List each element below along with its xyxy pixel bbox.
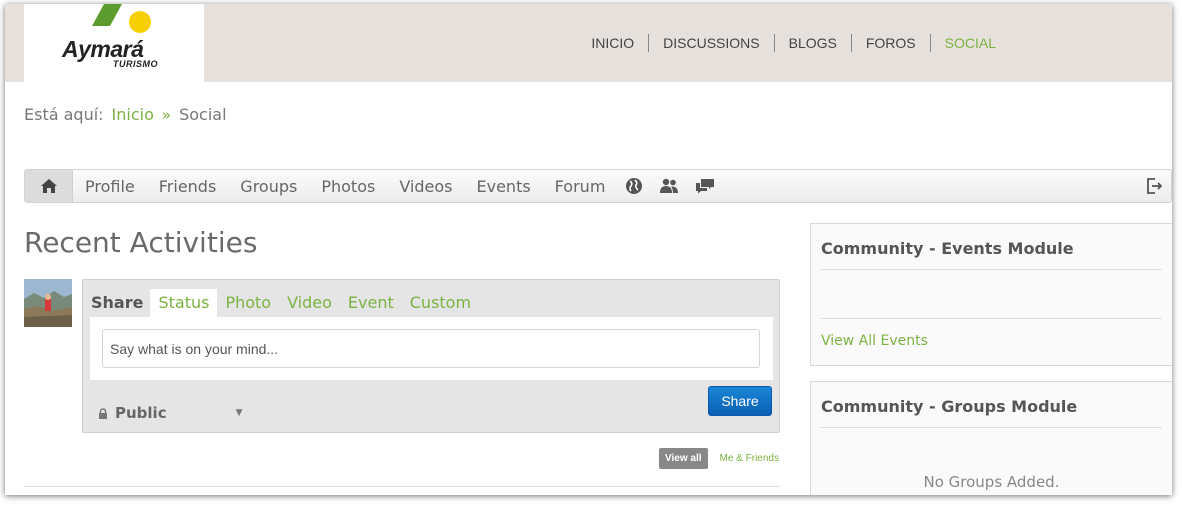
- share-input-area: [90, 317, 773, 380]
- events-module-title: Community - Events Module: [821, 239, 1074, 258]
- events-module: Community - Events Module View All Event…: [810, 223, 1172, 366]
- lock-icon: [99, 407, 107, 419]
- users-icon: [660, 178, 679, 193]
- page-title: Recent Activities: [24, 226, 258, 259]
- share-box: Share Status Photo Video Event Custom Pu…: [82, 279, 780, 433]
- toolbar-messages[interactable]: [687, 178, 723, 194]
- divider: [821, 269, 1162, 270]
- activity-filter: View all Me & Friends: [659, 448, 783, 469]
- share-tabs: Share Status Photo Video Event Custom: [83, 287, 479, 317]
- topnav-social[interactable]: SOCIAL: [931, 35, 1010, 51]
- share-label: Share: [91, 293, 144, 312]
- toolbar-notifications-global[interactable]: [617, 177, 651, 195]
- divider: [24, 486, 780, 487]
- toolbar-profile[interactable]: Profile: [73, 177, 147, 196]
- user-avatar[interactable]: [24, 279, 72, 327]
- site-header: Aymará TURISMO INICIO DISCUSSIONS BLOGS …: [5, 4, 1172, 82]
- toolbar-logout-button[interactable]: [1145, 177, 1163, 200]
- view-all-events-link[interactable]: View All Events: [821, 333, 928, 349]
- breadcrumb-current: Social: [179, 105, 227, 124]
- groups-empty-message: No Groups Added.: [923, 473, 1060, 491]
- page-frame: Aymará TURISMO INICIO DISCUSSIONS BLOGS …: [5, 4, 1172, 495]
- toolbar-photos[interactable]: Photos: [309, 177, 387, 196]
- topnav-foros[interactable]: FOROS: [852, 35, 930, 51]
- chevron-down-icon: ▼: [235, 408, 243, 418]
- topnav-blogs[interactable]: BLOGS: [775, 35, 851, 51]
- status-input[interactable]: [102, 329, 760, 368]
- chat-icon: [696, 179, 715, 194]
- toolbar-forum[interactable]: Forum: [543, 177, 618, 196]
- topnav-inicio[interactable]: INICIO: [577, 35, 648, 51]
- divider: [821, 427, 1162, 428]
- groups-module: Community - Groups Module No Groups Adde…: [810, 381, 1172, 495]
- toolbar-home-button[interactable]: [25, 170, 73, 202]
- tab-video[interactable]: Video: [279, 289, 340, 317]
- tab-custom[interactable]: Custom: [402, 289, 479, 317]
- toolbar-events[interactable]: Events: [465, 177, 543, 196]
- home-icon: [40, 179, 57, 193]
- share-button[interactable]: Share: [708, 386, 772, 416]
- toolbar-groups[interactable]: Groups: [228, 177, 309, 196]
- community-toolbar: Profile Friends Groups Photos Videos Eve…: [24, 169, 1172, 203]
- filter-view-all[interactable]: View all: [659, 448, 708, 469]
- tab-status[interactable]: Status: [150, 289, 218, 317]
- breadcrumb-separator: »: [161, 105, 172, 124]
- groups-module-title: Community - Groups Module: [821, 397, 1078, 416]
- toolbar-friend-requests[interactable]: [651, 178, 687, 194]
- tab-photo[interactable]: Photo: [217, 289, 279, 317]
- toolbar-videos[interactable]: Videos: [387, 177, 464, 196]
- logout-icon: [1147, 178, 1163, 194]
- privacy-selector[interactable]: Public ▼: [98, 404, 243, 422]
- breadcrumb: Está aquí: Inicio » Social: [24, 105, 227, 124]
- breadcrumb-prefix: Está aquí:: [24, 105, 104, 124]
- site-logo[interactable]: Aymará TURISMO: [24, 4, 204, 82]
- top-navigation: INICIO DISCUSSIONS BLOGS FOROS SOCIAL: [577, 4, 1010, 82]
- topnav-discussions[interactable]: DISCUSSIONS: [649, 35, 773, 51]
- tab-event[interactable]: Event: [340, 289, 402, 317]
- divider: [821, 318, 1162, 319]
- filter-me-friends[interactable]: Me & Friends: [716, 453, 783, 464]
- breadcrumb-home-link[interactable]: Inicio: [112, 105, 154, 124]
- logo-subtitle: TURISMO: [113, 59, 158, 69]
- toolbar-friends[interactable]: Friends: [147, 177, 229, 196]
- avatar-photo-icon: [24, 279, 72, 327]
- privacy-value: Public: [115, 404, 167, 422]
- globe-icon: [626, 178, 643, 194]
